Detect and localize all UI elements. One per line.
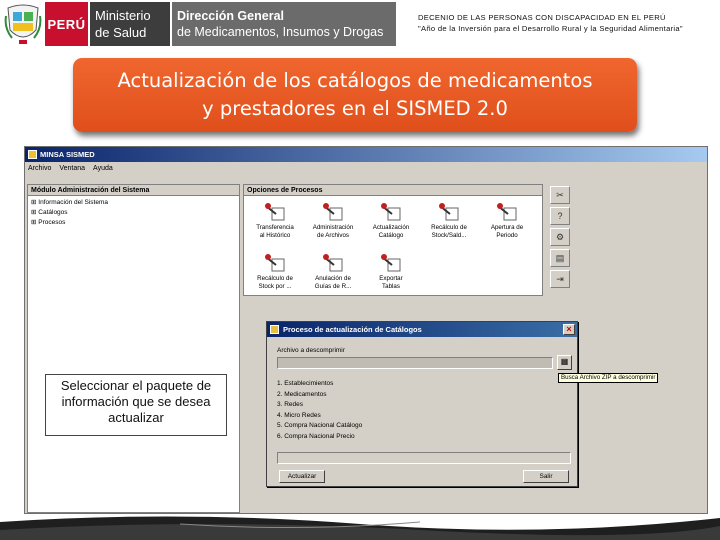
- dialog-title: Proceso de actualización de Catálogos: [283, 325, 422, 334]
- menubar: Archivo Ventana Ayuda: [25, 163, 707, 175]
- process-anulacion[interactable]: Anulación de Guías de R...: [304, 253, 362, 291]
- ministry-name: Ministerio de Salud: [90, 2, 170, 46]
- admin-module-panel: Módulo Administración del Sistema ⊞ Info…: [27, 184, 240, 513]
- dialog-icon: [270, 325, 279, 334]
- dialog-titlebar: Proceso de actualización de Catálogos ×: [267, 322, 577, 337]
- list-item: 5. Compra Nacional Catálogo: [277, 422, 363, 429]
- side-toolbar: ✂ ? ⚙ ▤ ⇥: [545, 184, 575, 294]
- process-label: Stock/Sald...: [431, 232, 467, 239]
- slide: PERÚ Ministerio de Salud Dirección Gener…: [0, 0, 720, 540]
- tree-item-label: Información del Sistema: [38, 199, 108, 206]
- process-icon: [381, 203, 401, 221]
- process-icon: [265, 254, 285, 272]
- process-label: Actualización: [372, 224, 410, 231]
- list-item: 4. Micro Redes: [277, 411, 321, 419]
- document-icon[interactable]: ▤: [550, 249, 570, 267]
- tree-item-procesos[interactable]: ⊞ Procesos: [28, 218, 239, 228]
- process-label: Transferencia: [256, 224, 294, 231]
- tree-item-label: Catálogos: [38, 209, 68, 216]
- tree-item-info[interactable]: ⊞ Información del Sistema: [28, 198, 239, 208]
- process-options-title: Opciones de Procesos: [244, 185, 542, 196]
- coat-of-arms-icon: [4, 4, 42, 44]
- list-item: 6. Compra Nacional Precio: [277, 432, 355, 440]
- process-recalculo[interactable]: Recálculo de Stock/Sald...: [420, 202, 478, 240]
- process-label: Guías de R...: [314, 283, 352, 290]
- help-icon[interactable]: ?: [550, 207, 570, 225]
- list-item: 2. Medicamentos: [277, 390, 327, 398]
- decenio-line-1: DECENIO DE LAS PERSONAS CON DISCAPACIDAD…: [418, 13, 666, 22]
- app-window: MINSA SISMED Archivo Ventana Ayuda Módul…: [24, 146, 708, 514]
- menu-archivo[interactable]: Archivo: [28, 163, 51, 175]
- process-label: Catálogo: [378, 232, 404, 239]
- banner-line-1: Actualización de los catálogos de medica…: [117, 69, 593, 92]
- process-icon: [497, 203, 517, 221]
- process-label: al Histórico: [259, 232, 291, 239]
- process-label: Periodo: [496, 232, 518, 239]
- tree-item-catalogos[interactable]: ⊞ Catálogos: [28, 208, 239, 218]
- instruction-callout: Seleccionar el paquete de información qu…: [45, 374, 227, 436]
- process-options-panel: Opciones de Procesos Transferencia al Hi…: [243, 184, 543, 296]
- browse-file-button[interactable]: ▦: [557, 355, 572, 370]
- actualizar-button[interactable]: Actualizar: [279, 470, 325, 483]
- direction-name: Dirección General de Medicamentos, Insum…: [172, 2, 396, 46]
- list-item: 1. Establecimientos: [277, 380, 334, 387]
- browse-tooltip: Busca Archivo ZIP a descomprimir: [558, 373, 659, 383]
- process-label: Recálculo de: [431, 224, 467, 231]
- tree-item-label: Procesos: [38, 219, 66, 226]
- app-title: MINSA SISMED: [40, 150, 95, 159]
- process-label: Administración: [312, 224, 354, 231]
- process-label: Recálculo de: [257, 275, 293, 282]
- menu-ayuda[interactable]: Ayuda: [93, 163, 113, 175]
- process-exportar[interactable]: Exportar Tablas: [362, 253, 420, 291]
- admin-module-title: Módulo Administración del Sistema: [28, 185, 239, 196]
- app-titlebar: MINSA SISMED: [25, 147, 707, 162]
- process-icon: [323, 254, 343, 272]
- file-label: Archivo a descomprimir: [277, 347, 345, 354]
- update-catalog-dialog: Proceso de actualización de Catálogos × …: [266, 321, 578, 487]
- peru-label: PERÚ: [45, 2, 88, 46]
- bottom-decoration: [0, 516, 720, 540]
- direction-line-2: de Medicamentos, Insumos y Drogas: [177, 25, 384, 39]
- list-item: 3. Redes: [277, 401, 304, 408]
- decenio-line-2: "Año de la Inversión para el Desarrollo …: [418, 24, 683, 33]
- process-icon: [323, 203, 343, 221]
- process-icon: [381, 254, 401, 272]
- ministry-line-2: de Salud: [95, 25, 147, 40]
- process-label: Apertura de: [490, 224, 524, 231]
- decenio-text: DECENIO DE LAS PERSONAS CON DISCAPACIDAD…: [418, 12, 718, 34]
- process-label: Stock por ...: [258, 283, 292, 290]
- header: PERÚ Ministerio de Salud Dirección Gener…: [0, 0, 720, 50]
- ministry-line-1: Ministerio: [95, 8, 151, 23]
- title-banner: Actualización de los catálogos de medica…: [73, 58, 637, 132]
- process-icon: [439, 203, 459, 221]
- process-icon: [265, 203, 285, 221]
- exit-icon[interactable]: ⇥: [550, 270, 570, 288]
- process-actualizacion[interactable]: Actualización Catálogo: [362, 202, 420, 240]
- process-label: Anulación de: [315, 275, 351, 282]
- menu-ventana[interactable]: Ventana: [59, 163, 85, 175]
- app-icon: [28, 150, 37, 159]
- process-recalculo-stock[interactable]: Recálculo de Stock por ...: [246, 253, 304, 291]
- banner-line-2: y prestadores en el SISMED 2.0: [202, 97, 508, 120]
- tools-icon[interactable]: ✂: [550, 186, 570, 204]
- salir-button[interactable]: Salir: [523, 470, 569, 483]
- process-apertura[interactable]: Apertura de Periodo: [478, 202, 536, 240]
- process-label: de Archivos: [317, 232, 349, 239]
- catalog-list: 1. Establecimientos 2. Medicamentos 3. R…: [277, 379, 362, 442]
- network-icon[interactable]: ⚙: [550, 228, 570, 246]
- file-input[interactable]: [277, 357, 553, 369]
- direction-line-1: Dirección General: [177, 9, 284, 23]
- process-label: Tablas: [382, 283, 400, 290]
- process-label: Exportar: [379, 275, 403, 282]
- progress-bar: [277, 452, 571, 464]
- process-administracion[interactable]: Administración de Archivos: [304, 202, 362, 240]
- close-icon[interactable]: ×: [563, 324, 575, 335]
- process-transferencia[interactable]: Transferencia al Histórico: [246, 202, 304, 240]
